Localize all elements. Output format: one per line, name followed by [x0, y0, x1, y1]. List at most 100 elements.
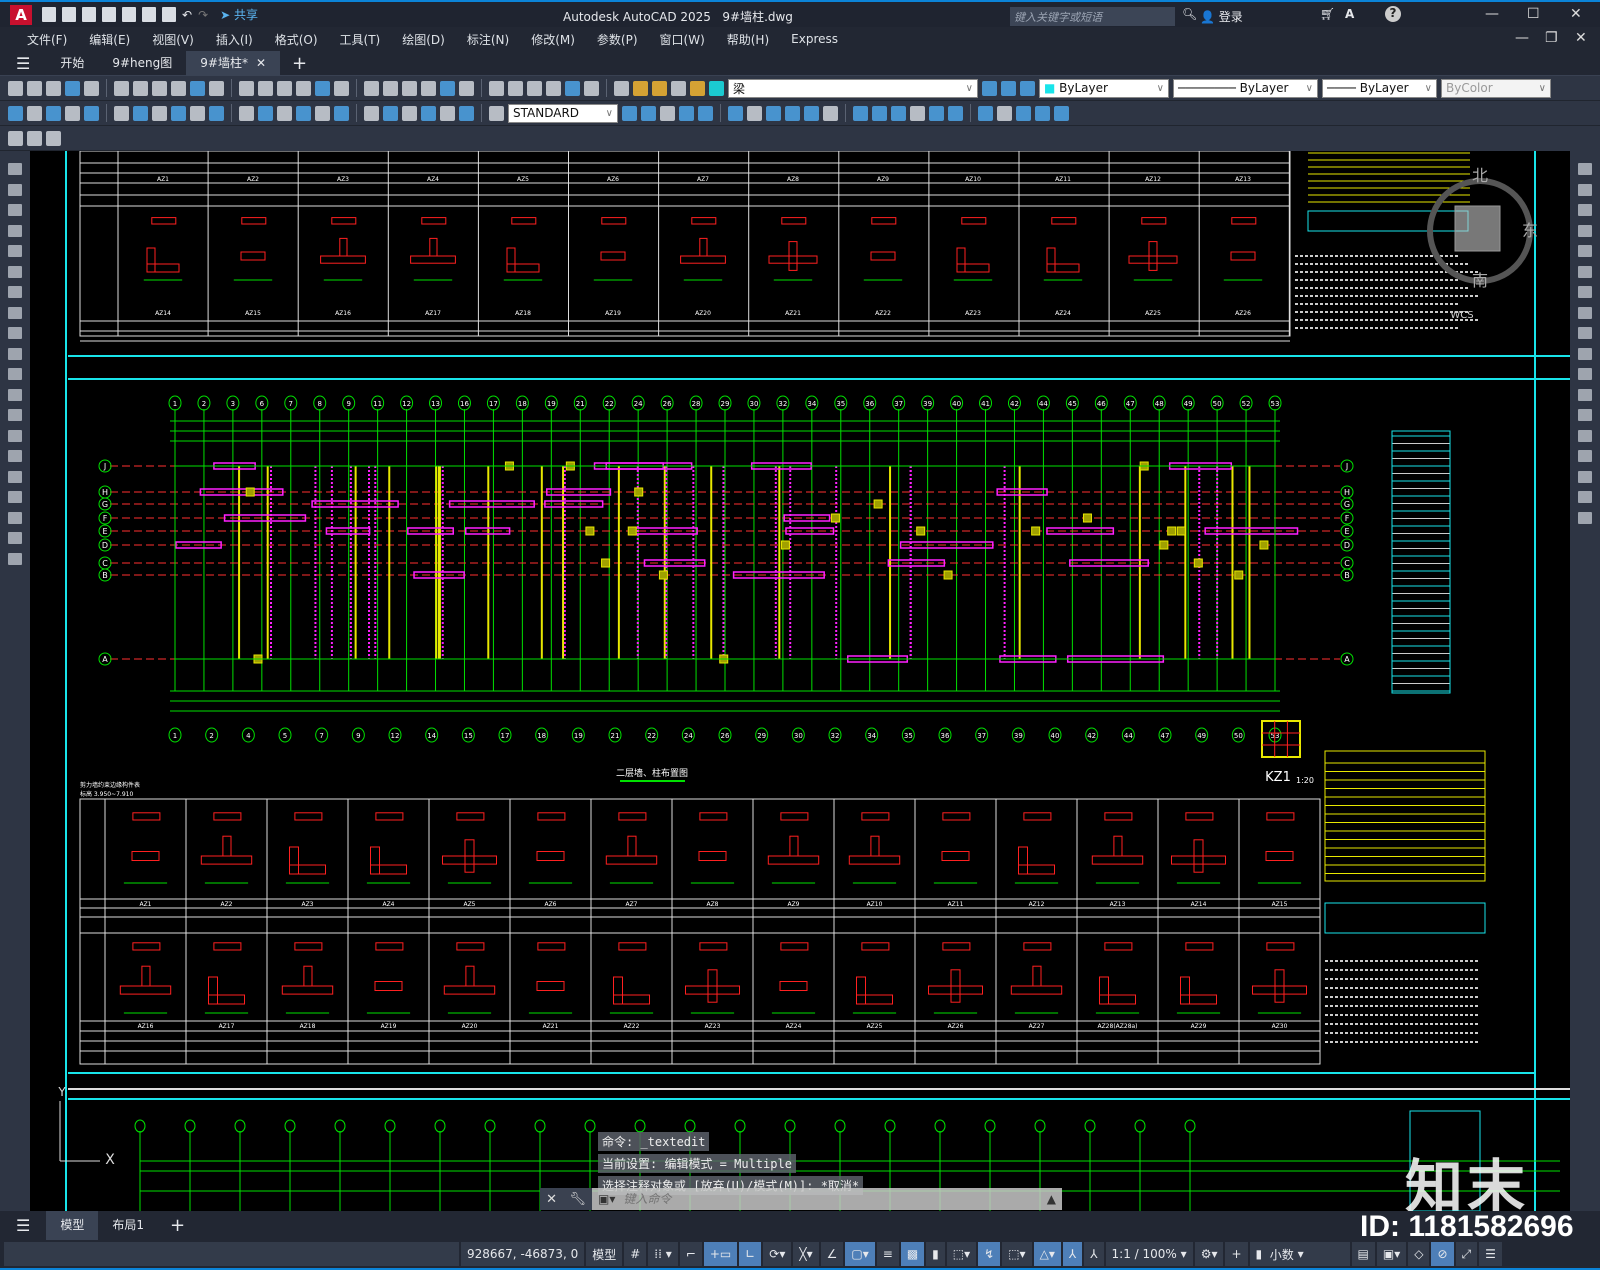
layer-state-icon[interactable]	[633, 80, 648, 96]
auto-scale-icon[interactable]: ⅄	[1084, 1242, 1104, 1266]
command-customize-icon[interactable]: 🔧︎	[569, 1192, 586, 1207]
toolbar-tool-icon[interactable]	[584, 80, 599, 96]
toolbar-tool-icon[interactable]	[171, 105, 186, 121]
toolbar-tool-icon[interactable]	[65, 80, 80, 96]
file-tab[interactable]: 9#heng图	[98, 51, 186, 76]
print-icon[interactable]	[162, 7, 176, 22]
new-tab-icon[interactable]: +	[280, 53, 319, 74]
dynamic-input-icon[interactable]: +▭	[703, 1242, 738, 1266]
toolbar-tool-icon[interactable]	[364, 105, 379, 121]
toolbar-tool-icon[interactable]	[152, 105, 167, 121]
drawing-svg[interactable]: AZ1 AZ2 AZ3 AZ4 AZ5 AZ6 AZ7 AZ8 AZ9 AZ10 AZ11 AZ12 A…	[30, 145, 1570, 1212]
gizmo-icon[interactable]: △▾	[1033, 1242, 1061, 1266]
modify-tool-icon[interactable]	[1578, 491, 1592, 503]
toolbar-tool-icon[interactable]	[209, 105, 224, 121]
help-icon[interactable]: ?	[1385, 6, 1401, 22]
toolbar-tool-icon[interactable]	[334, 80, 349, 96]
menu-item[interactable]: 编辑(E)	[78, 31, 141, 48]
toolbar-tool-icon[interactable]	[8, 130, 23, 146]
draw-tool-icon[interactable]	[8, 306, 22, 319]
quick-properties-icon[interactable]: ▤	[1351, 1242, 1375, 1266]
modify-tool-icon[interactable]	[1578, 306, 1592, 319]
doc-minimize-button[interactable]: —	[1515, 30, 1529, 46]
draw-tool-icon[interactable]	[8, 327, 22, 339]
toolbar-tool-icon[interactable]	[65, 105, 80, 121]
autodesk-app-icon[interactable]: A	[1345, 7, 1354, 21]
draw-tool-icon[interactable]	[8, 224, 22, 237]
new-icon[interactable]	[42, 7, 56, 22]
annotation-visibility-icon[interactable]: ⅄	[1062, 1242, 1083, 1266]
toolbar-tool-icon[interactable]	[8, 80, 23, 96]
toolbar-tool-icon[interactable]	[804, 105, 819, 121]
toolbar-tool-icon[interactable]	[997, 105, 1012, 121]
menu-item[interactable]: 格式(O)	[264, 31, 329, 48]
draw-tool-icon[interactable]	[8, 491, 22, 503]
ortho-toggle-icon[interactable]: ∟	[739, 1242, 762, 1266]
object-snap-tracking-icon[interactable]: ∠	[820, 1242, 844, 1266]
toolbar-tool-icon[interactable]	[277, 105, 292, 121]
toolbar-tool-icon[interactable]	[1020, 80, 1035, 96]
draw-tool-icon[interactable]	[8, 204, 22, 216]
command-history-arrow-icon[interactable]: ▲	[1047, 1192, 1062, 1206]
annotation-scale[interactable]: 1:1 / 100% ▾	[1105, 1242, 1193, 1266]
save-icon[interactable]	[82, 7, 96, 22]
toolbar-tool-icon[interactable]	[459, 105, 474, 121]
toolbar-tool-icon[interactable]	[421, 105, 436, 121]
toolbar-tool-icon[interactable]	[565, 80, 580, 96]
doc-restore-button[interactable]: ❐	[1545, 30, 1558, 46]
login-button[interactable]: 👤 登录	[1200, 8, 1243, 25]
layout-tab[interactable]: 布局1	[98, 1211, 158, 1240]
redo-icon[interactable]: ↷	[198, 8, 208, 22]
isolate-objects-icon[interactable]: ◇	[1408, 1242, 1430, 1266]
toolbar-tool-icon[interactable]	[440, 105, 455, 121]
menu-item[interactable]: 参数(P)	[586, 31, 649, 48]
toolbar-tool-icon[interactable]	[239, 105, 254, 121]
toolbar-tool-icon[interactable]	[622, 105, 637, 121]
isodraft-icon[interactable]: ╳▾	[793, 1242, 819, 1266]
dimstyle-select[interactable]: STANDARD ∨	[508, 103, 618, 123]
menu-item[interactable]: 窗口(W)	[649, 31, 716, 48]
menu-item[interactable]: 视图(V)	[141, 31, 205, 48]
toolbar-tool-icon[interactable]	[114, 80, 129, 96]
command-close-icon[interactable]: ✕	[546, 1192, 557, 1207]
transparency-icon[interactable]: ▩	[900, 1242, 925, 1266]
layout-tab[interactable]: 模型	[46, 1211, 99, 1240]
command-prompt-icon[interactable]: ▣▾	[592, 1192, 615, 1206]
search-input[interactable]: 键入关键字或短语	[1010, 7, 1175, 26]
search-icon[interactable]: 🔍︎	[1182, 7, 1197, 21]
undo-icon[interactable]: ↶	[182, 8, 192, 22]
toolbar-tool-icon[interactable]	[46, 80, 61, 96]
snap-toggle-icon[interactable]: ⁞⁞ ▾	[648, 1242, 678, 1266]
lineweight-icon[interactable]: ≡	[876, 1242, 899, 1266]
toolbar-tool-icon[interactable]	[296, 105, 311, 121]
linetype-select[interactable]: ──────── ByLayer ∨	[1173, 78, 1318, 98]
dynamic-ucs-icon[interactable]: ↯	[978, 1242, 1001, 1266]
modify-tool-icon[interactable]	[1578, 286, 1592, 298]
doc-close-button[interactable]: ✕	[1575, 30, 1587, 46]
toolbar-tool-icon[interactable]	[27, 130, 42, 146]
toolbar-tool-icon[interactable]	[84, 80, 99, 96]
toolbar-tool-icon[interactable]	[364, 80, 379, 96]
menu-item[interactable]: 文件(F)	[16, 31, 78, 48]
menu-item[interactable]: 绘图(D)	[391, 31, 456, 48]
toolbar-tool-icon[interactable]	[190, 80, 205, 96]
layer-select[interactable]: 梁 ∨	[728, 78, 978, 98]
drawing-canvas[interactable]: AZ1 AZ2 AZ3 AZ4 AZ5 AZ6 AZ7 AZ8 AZ9 AZ10 AZ11 AZ12 A…	[30, 145, 1570, 1212]
toolbar-tool-icon[interactable]	[334, 105, 349, 121]
workspace-gear-icon[interactable]: ⚙▾	[1194, 1242, 1224, 1266]
toolbar-tool-icon[interactable]	[383, 80, 398, 96]
minimize-button[interactable]: —	[1485, 6, 1499, 22]
toolbar-tool-icon[interactable]	[1035, 105, 1050, 121]
grid-toggle-icon[interactable]: #	[624, 1242, 647, 1266]
toolbar-tool-icon[interactable]	[1001, 80, 1016, 96]
toolbar-tool-icon[interactable]	[402, 105, 417, 121]
draw-tool-icon[interactable]	[8, 183, 22, 196]
toolbar-tool-icon[interactable]	[910, 105, 925, 121]
lineweight-select[interactable]: ──── ByLayer ∨	[1322, 78, 1437, 98]
toolbar-tool-icon[interactable]	[190, 105, 205, 121]
draw-tool-icon[interactable]	[8, 265, 22, 278]
toolbar-tool-icon[interactable]	[46, 130, 61, 146]
modify-tool-icon[interactable]	[1578, 450, 1592, 462]
draw-tool-icon[interactable]	[8, 409, 22, 421]
menu-item[interactable]: 插入(I)	[205, 31, 264, 48]
